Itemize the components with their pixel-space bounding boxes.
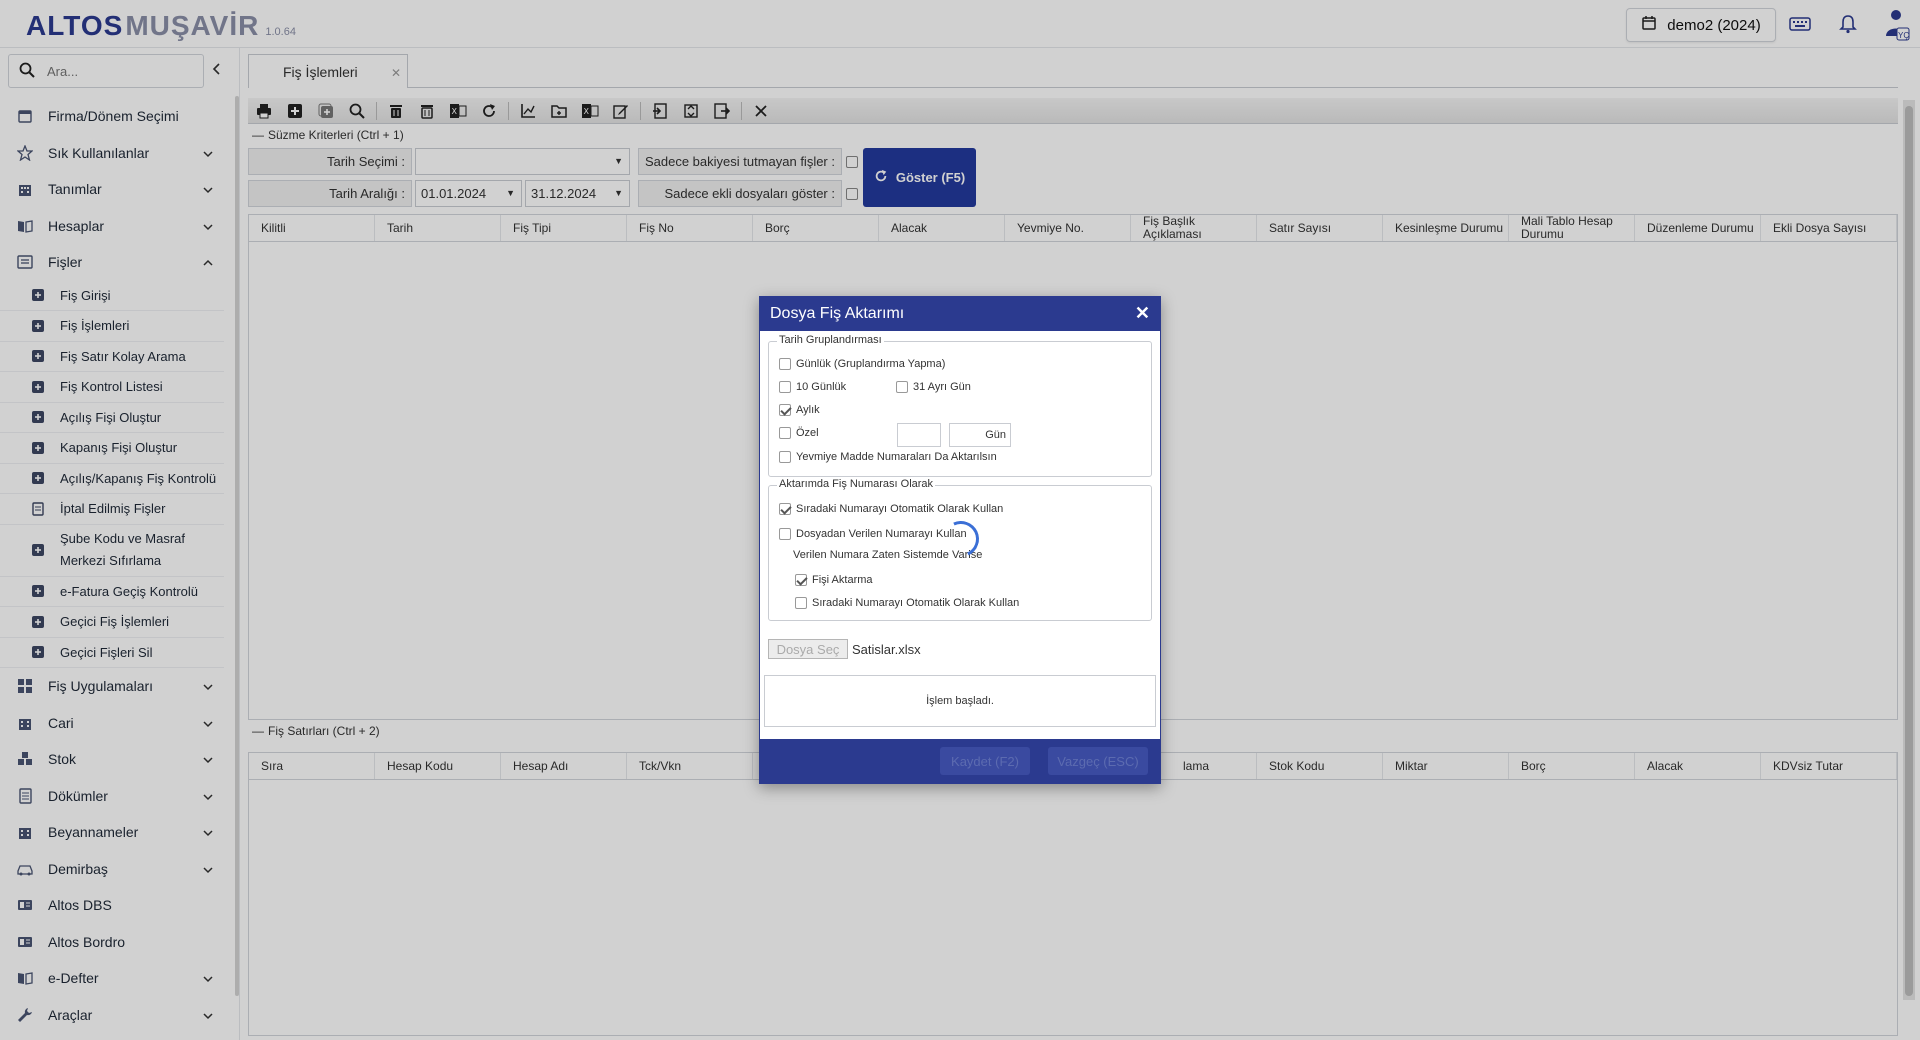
option-label: Fişi Aktarma (812, 574, 873, 586)
date-grouping-fieldset: Tarih Gruplandırması Günlük (Gruplandırm… (768, 334, 1152, 477)
option-daily[interactable]: Günlük (Gruplandırma Yapma) (779, 358, 945, 370)
custom-days-input[interactable] (897, 423, 941, 447)
checkbox[interactable] (779, 451, 791, 463)
option-label: Aylık (796, 404, 820, 416)
file-name: Satislar.xlsx (852, 642, 921, 657)
checkbox[interactable] (779, 427, 791, 439)
option-journal-numbers[interactable]: Yevmiye Madde Numaraları Da Aktarılsın (779, 451, 997, 463)
close-icon[interactable]: ✕ (1135, 303, 1150, 324)
checkbox[interactable] (795, 574, 807, 586)
date-grouping-legend: Tarih Gruplandırması (777, 334, 884, 346)
checkbox[interactable] (779, 528, 791, 540)
dialog-footer: Kaydet (F2) Vazgeç (ESC) (760, 739, 1160, 783)
checkbox[interactable] (779, 358, 791, 370)
dialog-title-bar: Dosya Fiş Aktarımı ✕ (760, 297, 1160, 331)
option-label: 31 Ayrı Gün (913, 381, 971, 393)
file-import-dialog: Dosya Fiş Aktarımı ✕ Tarih Gruplandırmas… (759, 296, 1161, 784)
status-box: İşlem başladı. (764, 675, 1156, 727)
choose-file-button[interactable]: Dosya Seç (768, 639, 848, 659)
option-next-auto-2[interactable]: Sıradaki Numarayı Otomatik Olarak Kullan (795, 597, 1019, 609)
option-label: Sıradaki Numarayı Otomatik Olarak Kullan (812, 597, 1020, 609)
checkbox[interactable] (779, 404, 791, 416)
option-label: 10 Günlük (796, 381, 847, 393)
option-custom[interactable]: Özel (779, 427, 819, 439)
checkbox[interactable] (795, 597, 807, 609)
option-from-file[interactable]: Dosyadan Verilen Numarayı Kullan (779, 528, 967, 540)
custom-days-unit[interactable]: Gün (949, 423, 1011, 447)
option-label: Sıradaki Numarayı Otomatik Olarak Kullan (796, 503, 1004, 515)
option-31-day[interactable]: 31 Ayrı Gün (896, 381, 971, 393)
option-label: Dosyadan Verilen Numarayı Kullan (796, 528, 967, 540)
checkbox[interactable] (779, 381, 791, 393)
option-label: Yevmiye Madde Numaraları Da Aktarılsın (796, 451, 997, 463)
option-label: Özel (796, 427, 819, 439)
dialog-title: Dosya Fiş Aktarımı (770, 305, 905, 322)
option-label: Günlük (Gruplandırma Yapma) (796, 358, 946, 370)
checkbox[interactable] (896, 381, 908, 393)
option-skip[interactable]: Fişi Aktarma (795, 574, 873, 586)
status-text: İşlem başladı. (926, 695, 994, 707)
cancel-button[interactable]: Vazgeç (ESC) (1048, 747, 1148, 775)
number-source-legend: Aktarımda Fiş Numarası Olarak (777, 478, 936, 490)
checkbox[interactable] (779, 503, 791, 515)
option-10-day[interactable]: 10 Günlük (779, 381, 846, 393)
save-button[interactable]: Kaydet (F2) (940, 747, 1030, 775)
option-monthly[interactable]: Aylık (779, 404, 820, 416)
option-next-auto[interactable]: Sıradaki Numarayı Otomatik Olarak Kullan (779, 503, 1003, 515)
